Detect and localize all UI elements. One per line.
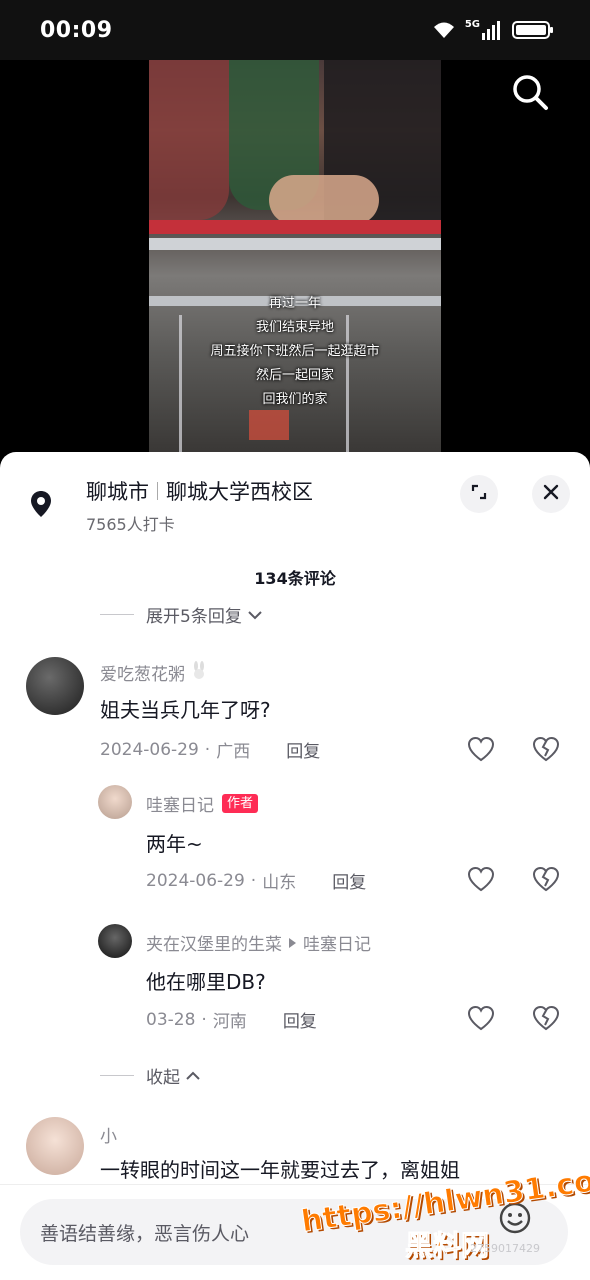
chevron-up-icon [186,1066,200,1086]
comment-region: 河南 [212,1012,247,1032]
caption-line: 然后一起回家 [255,368,334,383]
watermark-id: 2759017429 [470,1242,540,1255]
close-button[interactable] [532,475,570,513]
expand-replies-label: 展开5条回复 [146,607,242,627]
comment-text: 两年~ [146,832,203,856]
comment-text: 姐夫当兵几年了呀? [100,698,271,722]
reply-button[interactable]: 回复 [283,1007,317,1032]
search-icon[interactable] [510,72,550,116]
status-bar: 00:09 5G [0,0,590,60]
location-place: 聊城大学西校区 [166,480,313,504]
broken-heart-icon[interactable] [532,1005,560,1035]
video-captions: 再过一年 我们结束异地 周五接你下班然后一起逛超市 然后一起回家 回我们的家 [149,292,441,412]
comment-username[interactable]: 爱吃葱花粥 [100,660,209,685]
comment-sheet: 聊城市 聊城大学西校区 7565人打卡 134条评论 展开5条回复 爱吃葱花粥 [0,452,590,1280]
video-frame[interactable]: 再过一年 我们结束异地 周五接你下班然后一起逛超市 然后一起回家 回我们的家 [149,60,441,452]
comment-text: 一转眼的时间这一年就要过去了，离姐姐 [100,1158,460,1182]
collapse-replies-button[interactable]: 收起 [100,1063,200,1088]
network-label: 5G [464,18,480,30]
location-checkins: 7565人打卡 [86,515,175,534]
collapse-replies-label: 收起 [146,1068,180,1088]
avatar[interactable] [98,924,132,958]
caption-line: 周五接你下班然后一起逛超市 [210,344,380,359]
heart-icon[interactable] [467,736,495,766]
signal-icon [482,20,504,40]
caption-line: 再过一年 [268,296,321,311]
bunny-emoji-icon [189,660,209,685]
caption-line: 我们结束异地 [255,320,334,335]
comment-input-placeholder: 善语结善缘，恶言伤人心 [40,1223,250,1245]
location-divider [157,482,158,500]
chevron-down-icon [248,605,262,625]
video-player[interactable]: 再过一年 我们结束异地 周五接你下班然后一起逛超市 然后一起回家 回我们的家 [0,60,590,460]
status-icons: 5G [431,18,554,40]
comment-meta: 2024-06-29 · 广西 回复 [100,737,320,763]
comment-date: 2024-06-29 [146,870,245,891]
heart-icon[interactable] [467,866,495,896]
location-title: 聊城市 聊城大学西校区 [86,476,313,506]
comment-meta: 03-28 · 河南 回复 [146,1007,317,1033]
comment-text: 他在哪里DB? [146,970,266,994]
comment-count: 134条评论 [254,569,336,588]
comment-username[interactable]: 小 [100,1122,117,1147]
expand-replies-button[interactable]: 展开5条回复 [100,602,262,627]
caption-line: 回我们的家 [262,392,328,407]
battery-icon [512,20,554,40]
comment-date: 03-28 [146,1009,196,1030]
comment-date: 2024-06-29 [100,739,199,760]
comment-username[interactable]: 夹在汉堡里的生菜 哇塞日记 [146,930,371,955]
status-time: 00:09 [40,18,113,43]
avatar[interactable] [26,657,84,715]
heart-icon[interactable] [467,1005,495,1035]
expand-button[interactable] [460,475,498,513]
close-icon [543,484,559,504]
reply-button[interactable]: 回复 [286,737,320,762]
broken-heart-icon[interactable] [532,866,560,896]
avatar[interactable] [26,1117,84,1175]
location-pin-icon [30,490,52,522]
location-city: 聊城市 [86,480,149,504]
avatar[interactable] [98,785,132,819]
broken-heart-icon[interactable] [532,736,560,766]
comment-region: 山东 [262,873,297,893]
reply-to-username: 哇塞日记 [303,935,371,955]
expand-icon [470,483,488,505]
reply-button[interactable]: 回复 [332,868,366,893]
author-badge: 作者 [222,794,259,813]
comment-meta: 2024-06-29 · 山东 回复 [146,868,366,894]
location-row[interactable]: 聊城市 聊城大学西校区 7565人打卡 [0,452,590,542]
comment-region: 广西 [216,742,251,762]
comment-username[interactable]: 哇塞日记 作者 [146,791,259,816]
wifi-icon [431,20,457,40]
reply-arrow-icon [289,937,296,948]
